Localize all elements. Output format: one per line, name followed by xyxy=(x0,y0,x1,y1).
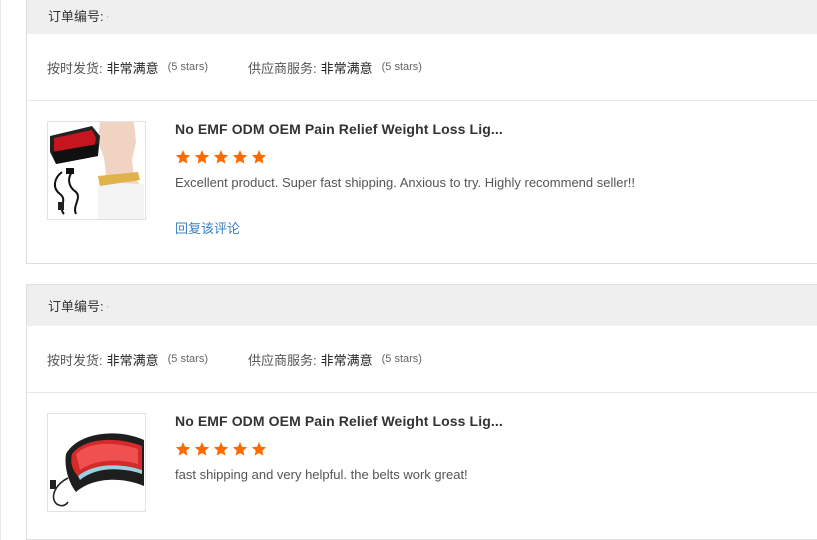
order-card: 订单编号: · 按时发货: 非常满意 (5 stars) 供应商服务: 非常满意… xyxy=(26,284,817,540)
reply-review-link[interactable]: 回复该评论 xyxy=(175,218,240,237)
review-text: Excellent product. Super fast shipping. … xyxy=(175,175,636,190)
star-icon xyxy=(213,150,229,164)
review-text: fast shipping and very helpful. the belt… xyxy=(175,467,468,482)
rating-label: 供应商服务: xyxy=(247,352,317,368)
product-review: No EMF ODM OEM Pain Relief Weight Loss L… xyxy=(27,101,817,238)
rating-value: 非常满意 xyxy=(320,352,373,368)
product-thumbnail[interactable] xyxy=(47,413,146,512)
product-review: No EMF ODM OEM Pain Relief Weight Loss L… xyxy=(27,393,817,512)
product-title[interactable]: No EMF ODM OEM Pain Relief Weight Loss L… xyxy=(175,121,635,137)
star-icon xyxy=(175,442,191,456)
rating-label: 按时发货: xyxy=(47,60,103,76)
product-title[interactable]: No EMF ODM OEM Pain Relief Weight Loss L… xyxy=(175,413,503,429)
star-icon xyxy=(232,150,248,164)
rating-supplier-service: 供应商服务: 非常满意 (5 stars) xyxy=(248,58,422,77)
star-icon xyxy=(194,442,210,456)
waist-belt-model-icon xyxy=(48,122,145,219)
rating-value: 非常满意 xyxy=(320,60,373,76)
order-number-label: 订单编号: xyxy=(48,299,104,314)
star-icon xyxy=(232,442,248,456)
product-thumbnail[interactable] xyxy=(47,121,146,220)
order-header: 订单编号: · xyxy=(27,285,817,326)
rating-supplier-service: 供应商服务: 非常满意 (5 stars) xyxy=(248,350,422,369)
star-icon xyxy=(175,150,191,164)
order-number-value: · xyxy=(105,8,110,23)
rating-on-time-delivery: 按时发货: 非常满意 (5 stars) xyxy=(47,350,208,369)
order-number-value: · xyxy=(105,298,110,313)
star-icon xyxy=(213,442,229,456)
review-body: No EMF ODM OEM Pain Relief Weight Loss L… xyxy=(175,121,635,238)
page-left-divider xyxy=(0,0,1,540)
star-icon xyxy=(251,150,267,164)
rating-stars-text: (5 stars) xyxy=(167,353,208,365)
rating-on-time-delivery: 按时发货: 非常满意 (5 stars) xyxy=(47,58,208,77)
rating-stars-text: (5 stars) xyxy=(167,61,208,73)
rating-label: 供应商服务: xyxy=(247,60,317,76)
red-light-belt-icon xyxy=(48,414,145,511)
order-number-label: 订单编号: xyxy=(48,9,104,24)
rating-value: 非常满意 xyxy=(106,60,159,76)
order-header: 订单编号: · xyxy=(27,0,817,34)
rating-label: 按时发货: xyxy=(47,352,103,368)
rating-value: 非常满意 xyxy=(106,352,159,368)
star-icon xyxy=(251,442,267,456)
review-body: No EMF ODM OEM Pain Relief Weight Loss L… xyxy=(175,413,503,512)
seller-ratings: 按时发货: 非常满意 (5 stars) 供应商服务: 非常满意 (5 star… xyxy=(27,34,817,101)
rating-stars-text: (5 stars) xyxy=(381,353,422,365)
rating-stars-text: (5 stars) xyxy=(381,61,422,73)
seller-ratings: 按时发货: 非常满意 (5 stars) 供应商服务: 非常满意 (5 star… xyxy=(27,326,817,393)
order-card: 订单编号: · 按时发货: 非常满意 (5 stars) 供应商服务: 非常满意… xyxy=(26,0,817,264)
star-icon xyxy=(194,150,210,164)
review-stars xyxy=(175,441,503,457)
review-stars xyxy=(175,149,635,165)
